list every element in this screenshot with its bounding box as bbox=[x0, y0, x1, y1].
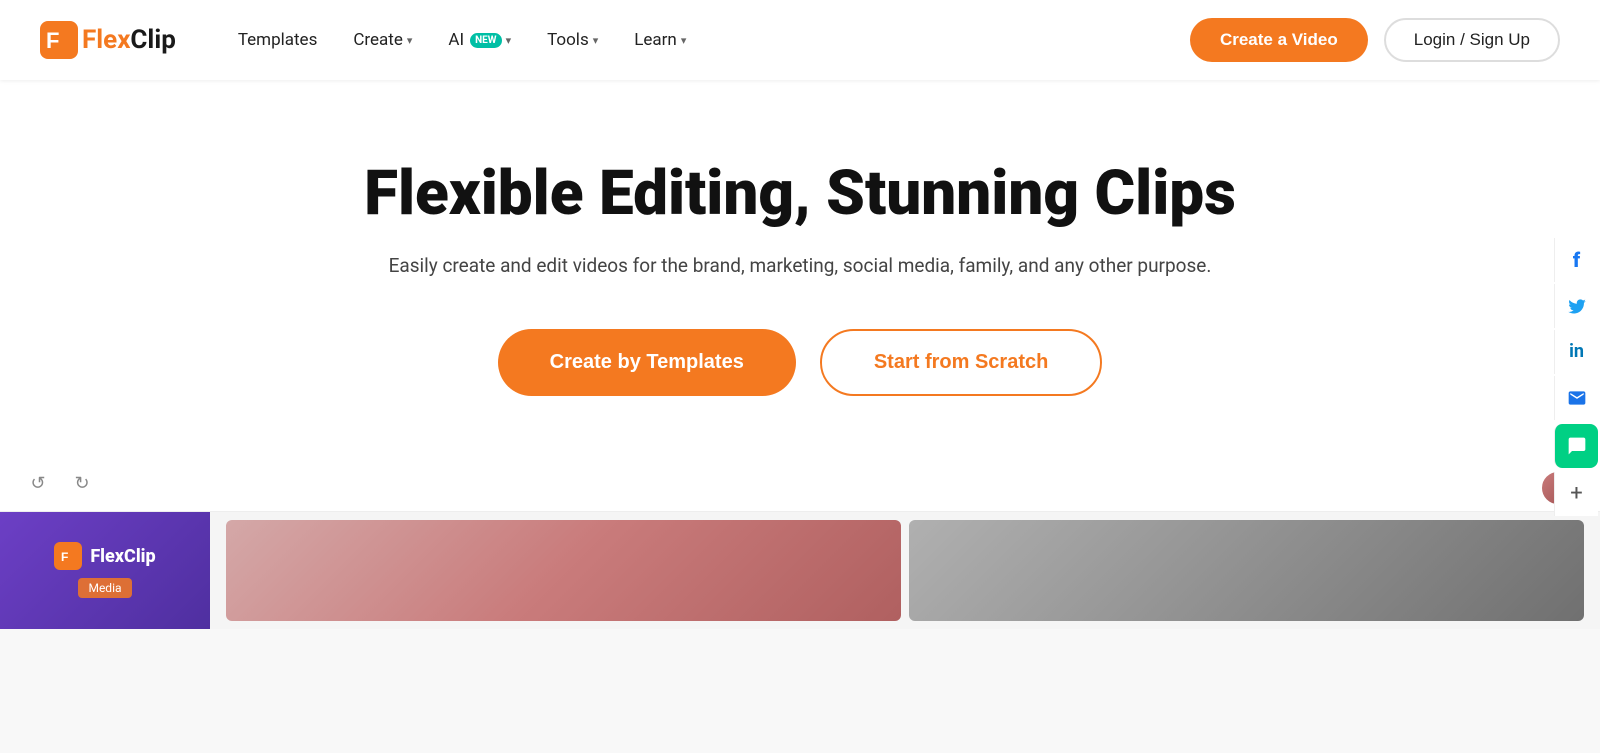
editor-sidebar: F FlexClip Media bbox=[0, 512, 210, 629]
linkedin-share-button[interactable]: in bbox=[1554, 330, 1598, 374]
logo-text: FlexClip bbox=[82, 25, 176, 55]
chevron-down-icon: ▾ bbox=[407, 34, 413, 47]
nav-templates[interactable]: Templates bbox=[224, 22, 332, 58]
svg-text:F: F bbox=[61, 550, 68, 564]
email-share-button[interactable] bbox=[1554, 376, 1598, 420]
hero-section: Flexible Editing, Stunning Clips Easily … bbox=[0, 80, 1600, 456]
hero-title: Flexible Editing, Stunning Clips bbox=[40, 160, 1560, 228]
twitter-share-button[interactable] bbox=[1554, 284, 1598, 328]
editor-media-label[interactable]: Media bbox=[78, 578, 131, 598]
ai-new-badge: NEW bbox=[470, 33, 501, 48]
editor-canvas bbox=[210, 512, 1600, 629]
undo-button[interactable]: ↺ bbox=[24, 469, 52, 497]
facebook-share-button[interactable]: f bbox=[1554, 238, 1598, 282]
redo-button[interactable]: ↻ bbox=[68, 469, 96, 497]
nav-links: Templates Create ▾ AI NEW ▾ Tools ▾ Lear… bbox=[224, 22, 1190, 58]
more-share-button[interactable]: + bbox=[1554, 472, 1598, 516]
start-from-scratch-button[interactable]: Start from Scratch bbox=[820, 329, 1103, 396]
chevron-down-icon-tools: ▾ bbox=[593, 34, 599, 47]
social-sidebar: f in + bbox=[1552, 238, 1600, 516]
nav-right: Create a Video Login / Sign Up bbox=[1190, 18, 1560, 62]
chevron-down-icon-ai: ▾ bbox=[506, 34, 512, 47]
login-button[interactable]: Login / Sign Up bbox=[1384, 18, 1560, 62]
hero-buttons: Create by Templates Start from Scratch bbox=[40, 329, 1560, 396]
nav-create[interactable]: Create ▾ bbox=[339, 22, 426, 58]
video-thumbnail-1 bbox=[226, 520, 901, 621]
editor-preview: ↺ ↻ F FlexClip Media bbox=[0, 456, 1600, 629]
nav-tools[interactable]: Tools ▾ bbox=[533, 22, 612, 58]
chevron-down-icon-learn: ▾ bbox=[681, 34, 687, 47]
create-by-templates-button[interactable]: Create by Templates bbox=[498, 329, 796, 396]
editor-toolbar: ↺ ↻ bbox=[0, 456, 1600, 512]
logo[interactable]: F FlexClip bbox=[40, 21, 176, 59]
svg-text:F: F bbox=[46, 28, 59, 53]
create-video-button[interactable]: Create a Video bbox=[1190, 18, 1368, 62]
nav-ai[interactable]: AI NEW ▾ bbox=[434, 22, 525, 58]
nav-learn[interactable]: Learn ▾ bbox=[620, 22, 700, 58]
editor-logo-text: FlexClip bbox=[90, 546, 155, 567]
editor-content: F FlexClip Media bbox=[0, 512, 1600, 629]
editor-logo-icon: F bbox=[54, 542, 82, 570]
chat-share-button[interactable] bbox=[1554, 424, 1598, 468]
hero-subtitle: Easily create and edit videos for the br… bbox=[40, 252, 1560, 281]
video-thumbnail-2 bbox=[909, 520, 1584, 621]
navbar: F FlexClip Templates Create ▾ AI NEW ▾ T… bbox=[0, 0, 1600, 80]
